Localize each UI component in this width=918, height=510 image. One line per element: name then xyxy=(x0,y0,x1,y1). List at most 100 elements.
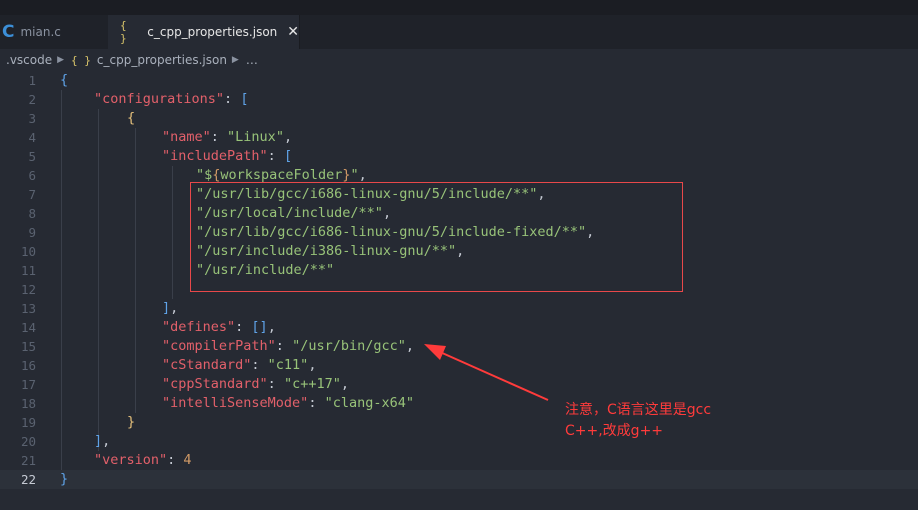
breadcrumb-folder[interactable]: .vscode xyxy=(6,53,52,67)
chevron-right-icon: ▶ xyxy=(57,55,65,65)
colon: : xyxy=(308,395,325,411)
code-line: "configurations": [ xyxy=(94,90,248,109)
json-key: "defines" xyxy=(162,319,236,335)
bracket: ] xyxy=(162,300,171,316)
c-file-icon: C xyxy=(2,22,15,42)
comma: , xyxy=(340,376,349,392)
line-number: 7 xyxy=(28,187,36,202)
colon: : xyxy=(167,452,184,468)
json-string: " xyxy=(350,167,359,183)
chevron-right-icon: ▶ xyxy=(231,55,239,65)
indent-guide xyxy=(98,109,99,451)
line-number: 14 xyxy=(20,320,36,335)
colon: : xyxy=(275,338,293,354)
indent-guide xyxy=(172,166,173,299)
close-icon[interactable]: ✕ xyxy=(287,24,299,40)
highlight-box xyxy=(190,182,683,292)
code-line: ], xyxy=(94,432,110,451)
colon: : xyxy=(267,148,284,164)
comma: , xyxy=(170,300,179,316)
brace: } xyxy=(127,414,136,430)
code-line: } xyxy=(60,470,68,489)
line-number: 18 xyxy=(20,396,36,411)
line-number: 1 xyxy=(28,73,36,88)
json-string: "c11" xyxy=(267,357,309,373)
line-number: 3 xyxy=(28,111,36,126)
json-string: "clang-x64" xyxy=(324,395,414,411)
line-number: 11 xyxy=(20,263,36,278)
line-number: 12 xyxy=(20,282,36,297)
bracket: [ xyxy=(283,148,293,164)
current-line-highlight xyxy=(0,470,918,489)
breadcrumb-file[interactable]: c_cpp_properties.json xyxy=(97,53,227,67)
code-line: "cppStandard": "c++17", xyxy=(162,375,349,394)
code-line: "compilerPath": "/usr/bin/gcc", xyxy=(162,337,414,356)
breadcrumb-more[interactable]: … xyxy=(246,53,258,67)
line-number: 21 xyxy=(20,453,36,468)
tab-label: mian.c xyxy=(20,25,61,39)
json-key: "compilerPath" xyxy=(162,338,276,354)
json-key: "includePath" xyxy=(162,148,268,164)
annotation-note: 注意，C语言这里是gcc C++,改成g++ xyxy=(565,400,711,442)
line-number: 20 xyxy=(20,434,36,449)
bracket: [] xyxy=(251,319,268,335)
line-number: 6 xyxy=(28,168,36,183)
json-string: "/usr/bin/gcc" xyxy=(292,338,406,354)
line-number: 16 xyxy=(20,358,36,373)
json-key: "configurations" xyxy=(94,91,225,107)
annotation-line: C++,改成g++ xyxy=(565,423,664,439)
json-string: "Linux" xyxy=(227,129,284,145)
colon: : xyxy=(251,357,268,373)
code-line: "includePath": [ xyxy=(162,147,292,166)
line-number: 2 xyxy=(28,92,36,107)
annotation-line: 注意，C语言这里是gcc xyxy=(565,402,712,418)
brace: { xyxy=(127,110,136,126)
colon: : xyxy=(224,91,241,107)
bracket: ] xyxy=(94,433,103,449)
code-line: { xyxy=(60,71,68,90)
code-line: "version": 4 xyxy=(94,451,192,470)
json-key: "version" xyxy=(94,452,168,468)
window-top-bar xyxy=(0,0,918,15)
colon: : xyxy=(235,319,252,335)
line-number: 4 xyxy=(28,130,36,145)
comma: , xyxy=(358,167,367,183)
code-line: { xyxy=(127,109,135,128)
comma: , xyxy=(308,357,317,373)
comma: , xyxy=(267,319,276,335)
code-line: ], xyxy=(162,299,178,318)
json-key: "name" xyxy=(162,129,211,145)
tab-c-cpp-properties[interactable]: { } c_cpp_properties.json ✕ xyxy=(108,15,300,49)
editor-tab-bar: C mian.c { } c_cpp_properties.json ✕ xyxy=(0,15,918,49)
brace: } xyxy=(60,471,69,487)
bracket: [ xyxy=(240,91,249,107)
line-number: 10 xyxy=(20,244,36,259)
code-line: } xyxy=(127,413,135,432)
colon: : xyxy=(267,376,284,392)
json-number: 4 xyxy=(183,452,192,468)
line-number: 5 xyxy=(28,149,36,164)
code-line: "name": "Linux", xyxy=(162,128,292,147)
line-number: 22 xyxy=(20,472,36,487)
comma: , xyxy=(102,433,111,449)
indent-guide xyxy=(61,90,62,470)
json-string: "c++17" xyxy=(283,376,341,392)
json-string: "$ xyxy=(196,167,213,183)
json-key: "cStandard" xyxy=(162,357,252,373)
comma: , xyxy=(405,338,414,354)
line-number: 17 xyxy=(20,377,36,392)
line-number: 9 xyxy=(28,225,36,240)
line-number: 15 xyxy=(20,339,36,354)
brace: { xyxy=(60,72,69,88)
breadcrumb: .vscode ▶ { } c_cpp_properties.json ▶ … xyxy=(0,49,918,71)
json-key: "intelliSenseMode" xyxy=(162,395,309,411)
indent-guide xyxy=(135,128,136,413)
json-file-icon: { } xyxy=(120,19,127,45)
line-number: 8 xyxy=(28,206,36,221)
comma: , xyxy=(283,129,293,145)
colon: : xyxy=(210,129,228,145)
tab-label: c_cpp_properties.json xyxy=(147,25,278,39)
line-number: 13 xyxy=(20,301,36,316)
tab-mian-c[interactable]: C mian.c xyxy=(0,15,108,49)
json-file-icon: { } xyxy=(71,53,91,67)
